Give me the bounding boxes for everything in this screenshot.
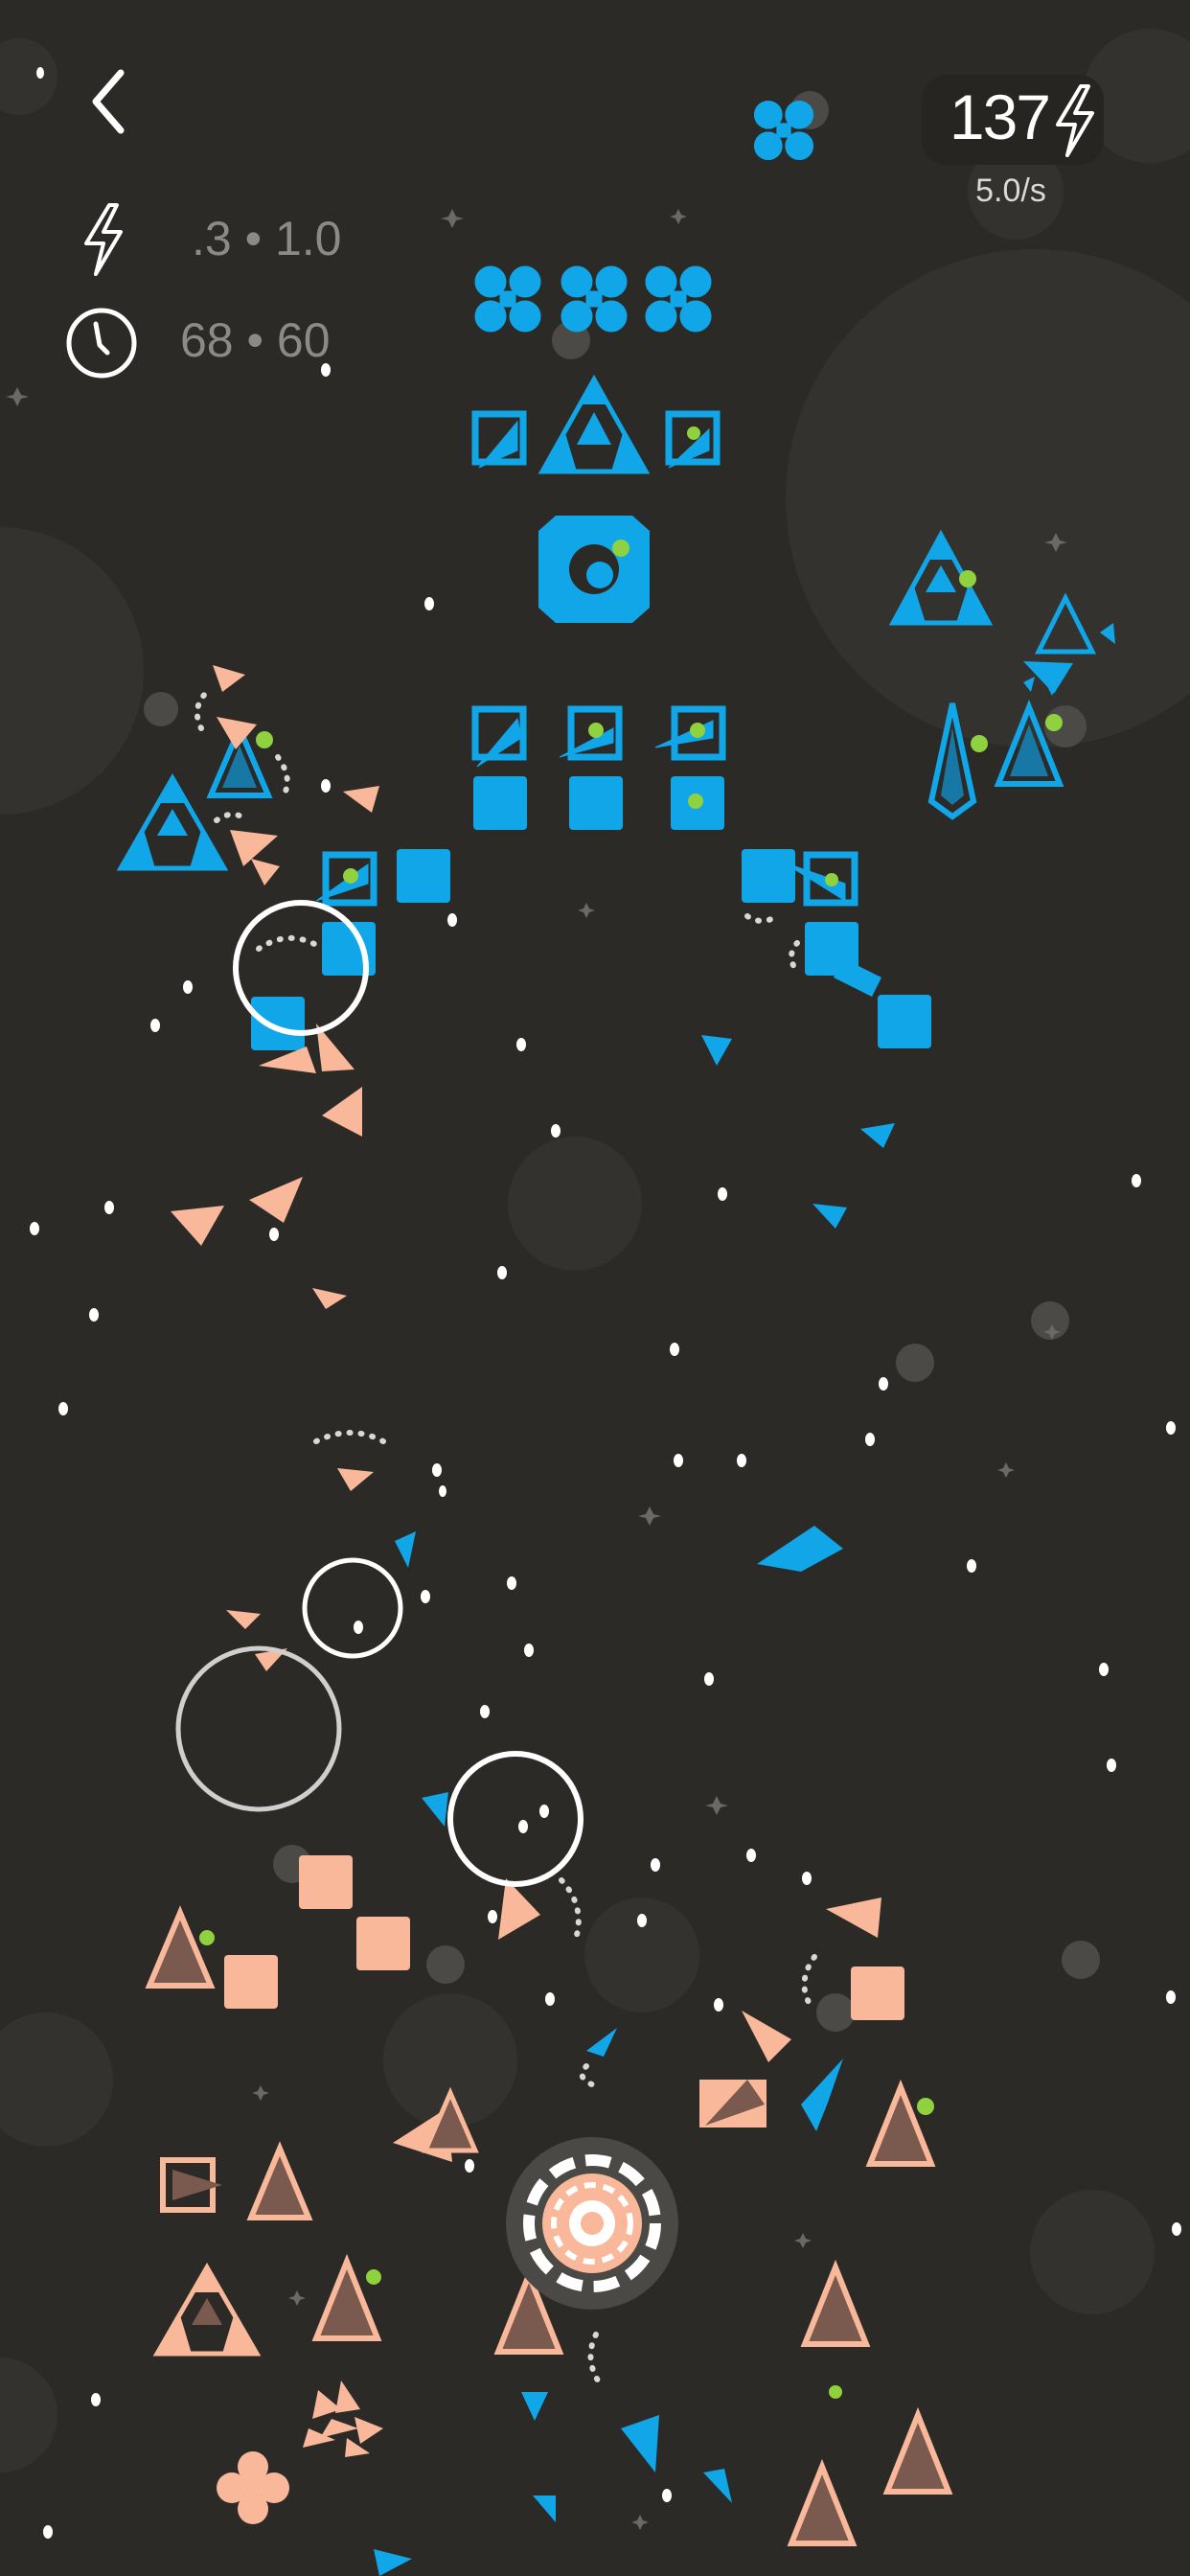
peach-block	[851, 1966, 904, 2020]
back-button[interactable]	[77, 58, 144, 144]
blue-core-gear	[538, 516, 650, 623]
energy-value: 137	[949, 81, 1051, 152]
peach-block	[299, 1855, 353, 1909]
blue-block	[397, 849, 450, 903]
blue-block	[251, 997, 305, 1050]
peach-block	[356, 1917, 410, 1970]
clock-icon	[63, 305, 140, 381]
lightning-bolt-icon	[1052, 82, 1098, 159]
damage-stat: .3 • 1.0	[192, 212, 342, 265]
blue-block	[742, 849, 795, 903]
peach-tri	[882, 2406, 953, 2495]
peach-drone-clover	[217, 2451, 289, 2524]
peach-tri-cluster	[152, 2263, 262, 2357]
battlefield	[0, 29, 1190, 2576]
peach-shard-cluster	[303, 2380, 383, 2457]
lightning-bolt-icon	[80, 201, 126, 278]
peach-block	[224, 1955, 278, 2009]
blue-drone-clover	[561, 265, 628, 333]
energy-rate: 5.0/s	[975, 172, 1046, 209]
player-core	[506, 2137, 678, 2310]
blue-drone-clover	[753, 100, 814, 161]
peach-tri	[800, 2259, 871, 2347]
peach-tri	[145, 1905, 216, 1989]
blue-tri-cluster	[538, 374, 651, 474]
time-stat: 68 • 60	[180, 313, 331, 367]
game-stage[interactable]: 137 5.0/s .3 • 1.0 68 • 60	[0, 0, 1190, 2576]
blue-block	[878, 995, 931, 1048]
peach-tri	[787, 2458, 858, 2546]
chevron-left-icon	[92, 69, 125, 134]
blue-block	[473, 776, 527, 830]
blue-tri-cluster	[116, 772, 229, 871]
peach-tri	[246, 2141, 313, 2220]
blue-drone-clover	[645, 265, 712, 333]
blue-drone-clover	[474, 265, 541, 333]
blue-block	[569, 776, 623, 830]
